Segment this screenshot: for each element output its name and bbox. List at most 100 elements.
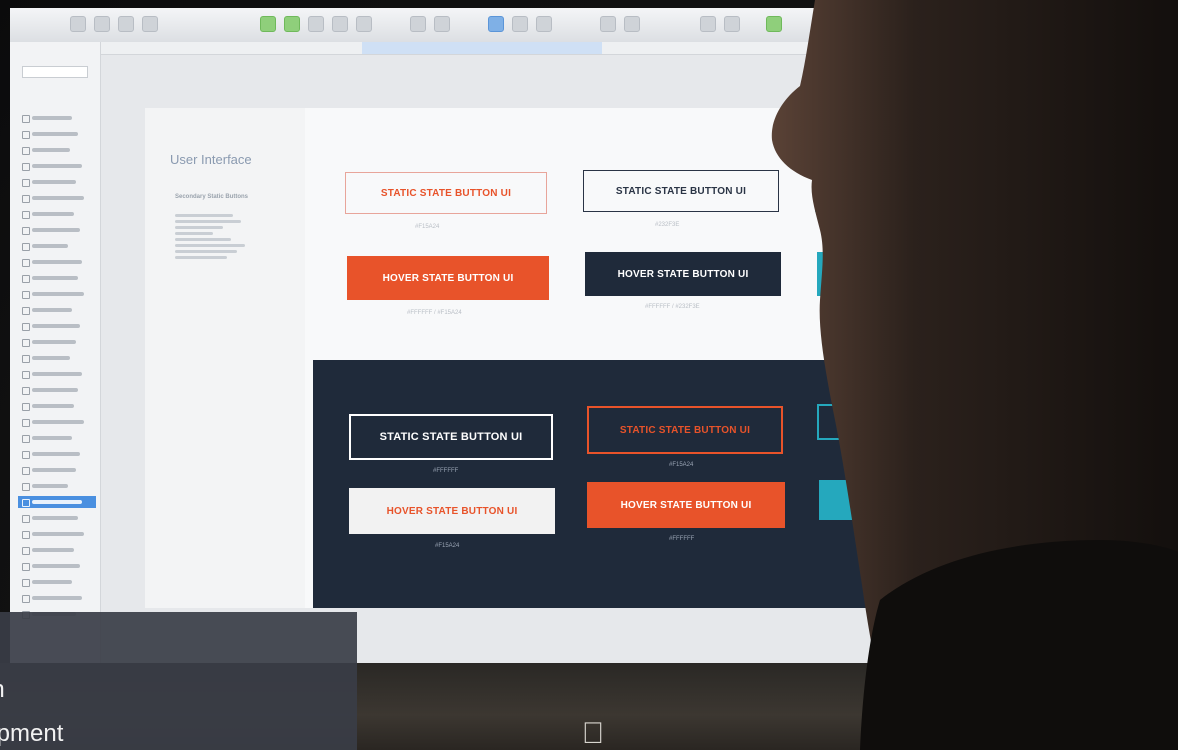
radio-icon[interactable] [1035, 570, 1041, 576]
button-color-caption: #F15A24 [669, 462, 694, 468]
static-button-orange-outline[interactable]: STATIC STATE BUTTON UI [587, 406, 783, 454]
hover-button-teal[interactable] [817, 252, 857, 296]
layer-row[interactable] [18, 592, 96, 604]
layer-name [32, 468, 76, 472]
layer-row[interactable] [18, 400, 96, 412]
spec-line [175, 238, 231, 241]
layer-row[interactable] [18, 432, 96, 444]
button-color-caption: #FFFFFF [669, 536, 695, 542]
layer-icon [22, 563, 30, 571]
hover-button-orange[interactable]: HOVER STATE BUTTON UI [587, 482, 785, 528]
hover-button-teal[interactable]: HOVER STATE BUTTON UI [819, 480, 1013, 520]
layer-row[interactable] [18, 528, 96, 540]
layer-name [32, 356, 70, 360]
toolbar-tool[interactable] [94, 16, 110, 32]
static-button-teal-outline[interactable] [815, 170, 855, 212]
toolbar-tool[interactable] [332, 16, 348, 32]
static-button-navy-outline[interactable]: STATIC STATE BUTTON UI [583, 170, 779, 212]
layer-icon [22, 323, 30, 331]
toolbar-tool[interactable] [260, 16, 276, 32]
layer-row[interactable] [18, 144, 96, 156]
layer-icon [22, 339, 30, 347]
toolbar-tool[interactable] [142, 16, 158, 32]
layer-name [32, 132, 78, 136]
hover-button-white[interactable]: HOVER STATE BUTTON UI [349, 488, 555, 534]
design-app-toolbar [10, 8, 1170, 43]
layer-row[interactable] [18, 368, 96, 380]
button-color-caption: #FFFFFF / #1EB5C9 [879, 526, 936, 532]
layer-icon [22, 211, 30, 219]
layer-row[interactable] [18, 208, 96, 220]
sidebar-page-select[interactable] [22, 66, 88, 78]
toolbar-tool[interactable] [284, 16, 300, 32]
layer-row[interactable] [18, 240, 96, 252]
layer-name [32, 580, 72, 584]
layer-name [32, 532, 84, 536]
layer-row[interactable] [18, 160, 96, 172]
ruler-selection [362, 42, 602, 54]
layer-name [32, 228, 80, 232]
layer-name [32, 404, 74, 408]
layer-row[interactable] [18, 544, 96, 556]
layer-row[interactable] [18, 224, 96, 236]
layer-name [32, 292, 84, 296]
layer-row[interactable] [18, 464, 96, 476]
spec-line [175, 214, 233, 217]
toolbar-tool[interactable] [700, 16, 716, 32]
layer-row[interactable] [18, 336, 96, 348]
layer-row[interactable] [18, 176, 96, 188]
layer-name [32, 372, 82, 376]
toolbar-tool[interactable] [488, 16, 504, 32]
layer-icon [22, 387, 30, 395]
layer-row[interactable] [18, 416, 96, 428]
toolbar-tool[interactable] [512, 16, 528, 32]
layer-name [32, 324, 80, 328]
layer-row[interactable] [18, 192, 96, 204]
hover-button-orange[interactable]: HOVER STATE BUTTON UI [347, 256, 549, 300]
toolbar-tool[interactable] [724, 16, 740, 32]
layer-row[interactable] [18, 384, 96, 396]
layer-row[interactable] [18, 304, 96, 316]
toolbar-tool[interactable] [308, 16, 324, 32]
layer-name [32, 180, 76, 184]
toolbar-tool[interactable] [766, 16, 782, 32]
toolbar-tool[interactable] [624, 16, 640, 32]
layer-icon [22, 371, 30, 379]
static-button-white-outline[interactable]: STATIC STATE BUTTON UI [349, 414, 553, 460]
layer-row-selected[interactable] [18, 496, 96, 508]
layer-name [32, 340, 76, 344]
hover-button-navy[interactable]: HOVER STATE BUTTON UI [585, 252, 781, 296]
layer-icon [22, 291, 30, 299]
button-color-caption: #F15A24 [415, 224, 440, 230]
layer-row[interactable] [18, 112, 96, 124]
layer-row[interactable] [18, 320, 96, 332]
toolbar-tool[interactable] [434, 16, 450, 32]
layer-row[interactable] [18, 480, 96, 492]
button-color-caption: #FFFFFF / #F15A24 [407, 310, 462, 316]
layer-icon [22, 259, 30, 267]
layer-row[interactable] [18, 560, 96, 572]
layer-row[interactable] [18, 512, 96, 524]
layer-name [32, 420, 84, 424]
static-button-orange-outline[interactable]: STATIC STATE BUTTON UI [345, 172, 547, 214]
layer-row[interactable] [18, 256, 96, 268]
layer-row[interactable] [18, 272, 96, 284]
layer-icon [22, 579, 30, 587]
toolbar-tool[interactable] [70, 16, 86, 32]
layer-row[interactable] [18, 448, 96, 460]
spec-line [175, 220, 241, 223]
toolbar-tool[interactable] [356, 16, 372, 32]
artboard-canvas[interactable]: User Interface Secondary Static Buttons … [145, 108, 1015, 608]
spec-line [175, 244, 245, 247]
layer-row[interactable] [18, 288, 96, 300]
layer-row[interactable] [18, 352, 96, 364]
toolbar-tool[interactable] [118, 16, 134, 32]
layer-icon [22, 499, 30, 507]
toolbar-tool[interactable] [536, 16, 552, 32]
layer-row[interactable] [18, 576, 96, 588]
toolbar-tool[interactable] [600, 16, 616, 32]
static-button-teal-outline[interactable]: STA [817, 404, 877, 440]
button-color-caption: #FFFFFF / #232F3E [645, 304, 700, 310]
layer-row[interactable] [18, 128, 96, 140]
toolbar-tool[interactable] [410, 16, 426, 32]
